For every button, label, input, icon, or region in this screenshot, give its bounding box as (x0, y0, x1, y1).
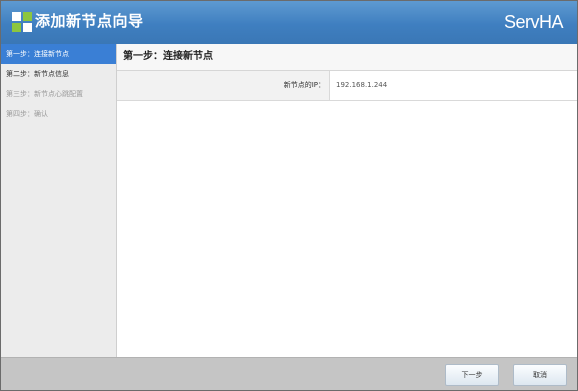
step-content: 第一步：连接新节点 新节点的IP： 192.168.1.244 (117, 44, 577, 357)
wizard-window: 添加新节点向导 ServHA 第一步：连接新节点 第二步：新节点信息 第三步：新… (0, 0, 578, 391)
sidebar-step-2[interactable]: 第二步：新节点信息 (1, 64, 116, 84)
brand-logo: ServHA (503, 12, 564, 32)
cancel-button[interactable]: 取消 (513, 364, 567, 386)
steps-sidebar: 第一步：连接新节点 第二步：新节点信息 第三步：新节点心跳配置 第四步：确认 (1, 44, 117, 357)
wizard-title: 添加新节点向导 (35, 12, 144, 30)
ip-label: 新节点的IP： (117, 71, 330, 100)
sidebar-step-1[interactable]: 第一步：连接新节点 (1, 44, 116, 64)
ip-row: 新节点的IP： 192.168.1.244 (117, 71, 577, 101)
app-logo-icon (12, 12, 32, 32)
sidebar-step-3: 第三步：新节点心跳配置 (6, 90, 83, 98)
next-button[interactable]: 下一步 (445, 364, 499, 386)
ip-value-field[interactable]: 192.168.1.244 (330, 71, 577, 100)
wizard-footer: 下一步 取消 (1, 357, 577, 390)
step-title: 第一步：连接新节点 (117, 44, 577, 71)
sidebar-step-4: 第四步：确认 (6, 110, 48, 118)
wizard-header: 添加新节点向导 ServHA (1, 1, 577, 44)
